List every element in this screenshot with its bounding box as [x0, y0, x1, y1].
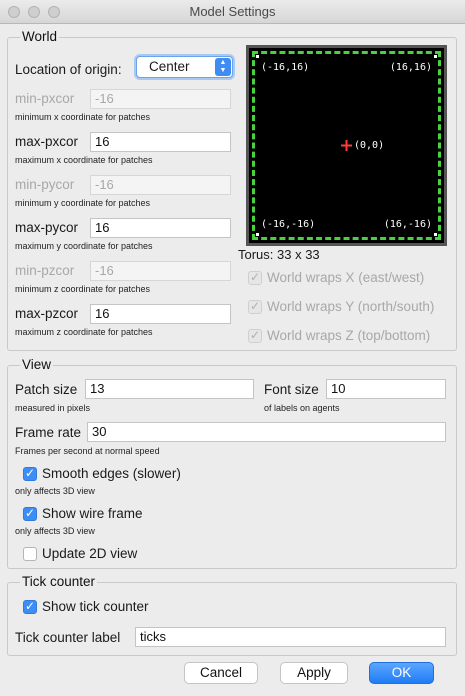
- checkbox-checked-icon: [23, 506, 37, 521]
- torus-label: Torus: 33 x 33: [238, 247, 320, 262]
- corner-dot: [256, 55, 259, 58]
- wrap-x-label: World wraps X (east/west): [267, 270, 425, 285]
- patch-size-hint: measured in pixels: [15, 403, 91, 413]
- preview-top-right-label: (16,16): [389, 62, 432, 73]
- checkbox-checked-icon: [23, 466, 37, 481]
- origin-label: Location of origin:: [15, 62, 122, 77]
- min-pxcor-hint: minimum x coordinate for patches: [15, 112, 151, 122]
- tick-counter-label-field[interactable]: ticks: [135, 627, 446, 647]
- smooth-edges-label: Smooth edges (slower): [42, 466, 181, 481]
- view-group-title: View: [20, 357, 54, 373]
- preview-top-left-label: (-16,16): [261, 62, 310, 73]
- min-pzcor-hint: minimum z coordinate for patches: [15, 284, 151, 294]
- max-pzcor-field[interactable]: 16: [90, 304, 231, 324]
- title-bar: Model Settings: [0, 0, 465, 24]
- preview-bottom-right-label: (16,-16): [383, 219, 432, 230]
- max-pxcor-field[interactable]: 16: [90, 132, 231, 152]
- max-pycor-hint: maximum y coordinate for patches: [15, 241, 153, 251]
- min-pxcor-field[interactable]: -16: [90, 89, 231, 109]
- checkbox-checked-icon: [248, 270, 262, 285]
- max-pxcor-hint: maximum x coordinate for patches: [15, 155, 153, 165]
- wire-frame-label: Show wire frame: [42, 506, 143, 521]
- chevron-updown-icon: ▲ ▼: [215, 58, 231, 76]
- min-pzcor-field[interactable]: -16: [90, 261, 231, 281]
- cancel-button[interactable]: Cancel: [184, 662, 258, 684]
- world-preview: (-16,16) (16,16) (-16,-16) (16,-16) (0,0…: [246, 45, 447, 246]
- min-pxcor-label: min-pxcor: [15, 91, 75, 106]
- wrap-y-label: World wraps Y (north/south): [267, 299, 435, 314]
- max-pzcor-hint: maximum z coordinate for patches: [15, 327, 153, 337]
- font-size-hint: of labels on agents: [264, 403, 340, 413]
- wrap-z-label: World wraps Z (top/bottom): [267, 328, 431, 343]
- update-2d-label: Update 2D view: [42, 546, 138, 561]
- corner-dot: [434, 233, 437, 236]
- origin-crosshair-icon: [341, 140, 352, 151]
- font-size-label: Font size: [264, 382, 319, 397]
- min-pycor-label: min-pycor: [15, 177, 75, 192]
- smooth-edges-hint: only affects 3D view: [15, 486, 95, 496]
- max-pzcor-label: max-pzcor: [15, 306, 79, 321]
- min-pzcor-label: min-pzcor: [15, 263, 75, 278]
- max-pycor-field[interactable]: 16: [90, 218, 231, 238]
- tick-counter-label-label: Tick counter label: [15, 630, 121, 645]
- patch-size-field[interactable]: 13: [85, 379, 254, 399]
- frame-rate-label: Frame rate: [15, 425, 82, 440]
- checkbox-unchecked-icon: [23, 547, 37, 561]
- max-pycor-label: max-pycor: [15, 220, 79, 235]
- wire-frame-hint: only affects 3D view: [15, 526, 95, 536]
- origin-select[interactable]: Center ▲ ▼: [136, 56, 233, 78]
- corner-dot: [256, 233, 259, 236]
- checkbox-checked-icon: [248, 328, 262, 343]
- frame-rate-hint: Frames per second at normal speed: [15, 446, 160, 456]
- apply-button[interactable]: Apply: [280, 662, 348, 684]
- checkbox-checked-icon: [248, 299, 262, 314]
- preview-bottom-left-label: (-16,-16): [261, 219, 316, 230]
- min-pycor-hint: minimum y coordinate for patches: [15, 198, 151, 208]
- preview-center-label: (0,0): [354, 140, 385, 151]
- show-tick-counter-label: Show tick counter: [42, 599, 149, 614]
- checkbox-checked-icon: [23, 599, 37, 614]
- origin-select-value: Center: [149, 59, 190, 74]
- font-size-field[interactable]: 10: [326, 379, 446, 399]
- max-pxcor-label: max-pxcor: [15, 134, 79, 149]
- min-pycor-field[interactable]: -16: [90, 175, 231, 195]
- patch-size-label: Patch size: [15, 382, 78, 397]
- world-group-title: World: [20, 29, 60, 45]
- corner-dot: [434, 55, 437, 58]
- frame-rate-field[interactable]: 30: [87, 422, 446, 442]
- window-title: Model Settings: [189, 4, 276, 19]
- ok-button[interactable]: OK: [369, 662, 434, 684]
- tick-counter-group-title: Tick counter: [20, 574, 98, 590]
